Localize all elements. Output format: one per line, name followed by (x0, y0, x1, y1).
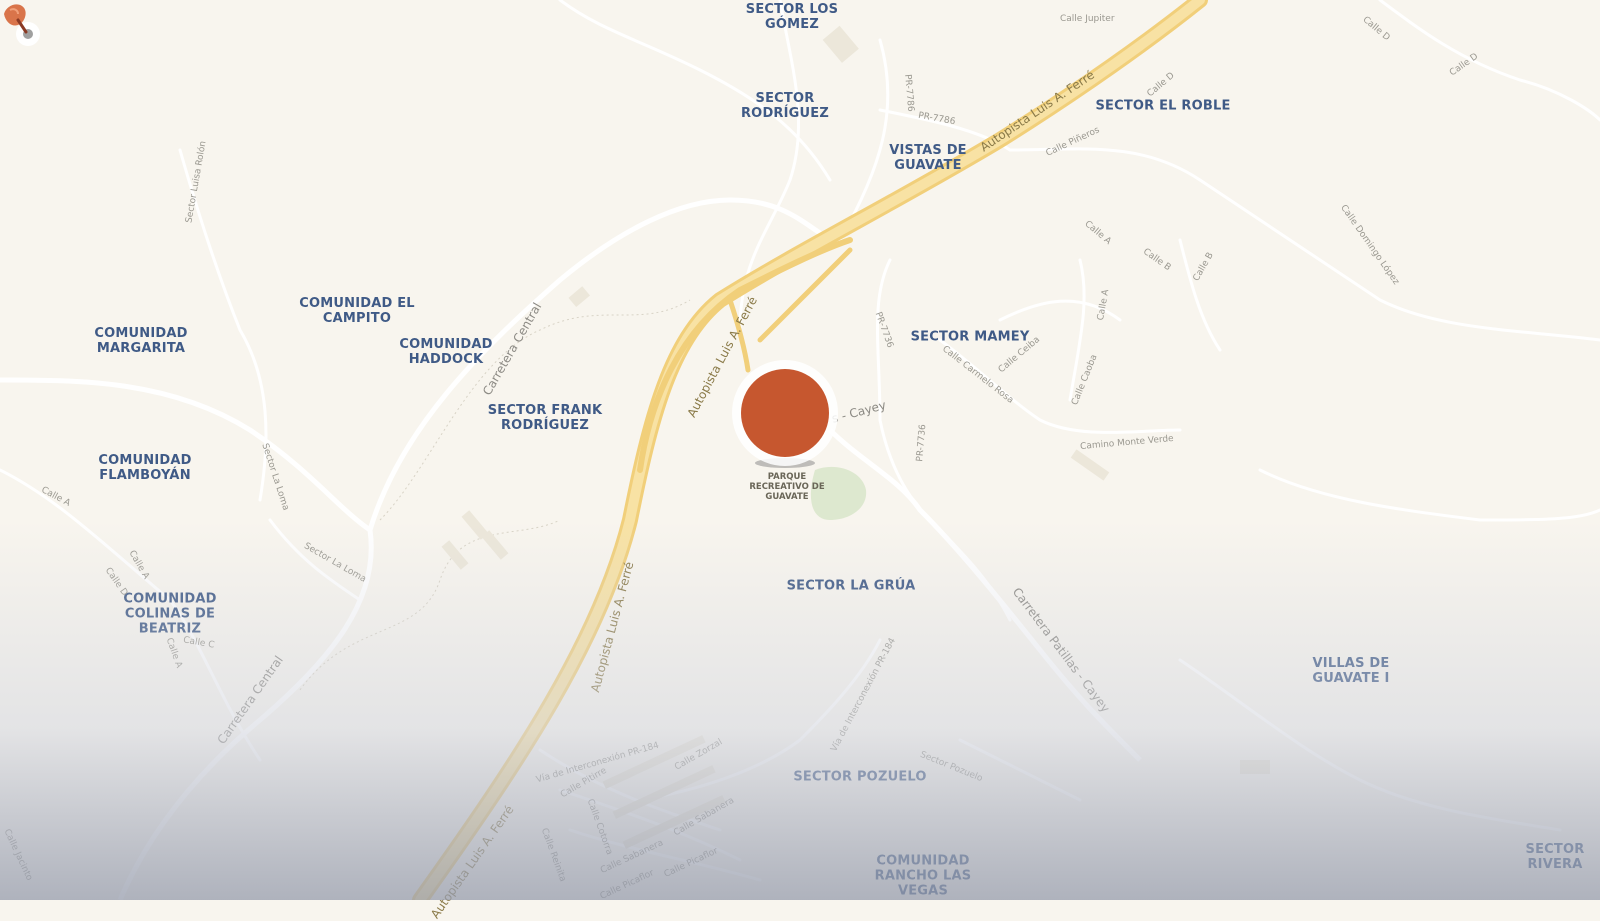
place-label: SECTOR LA GRÚA (786, 578, 916, 594)
poi-label[interactable]: PARQUE RECREATIVO DE GUAVATE (747, 472, 827, 502)
marker-shadow (755, 458, 815, 468)
place-label: COMUNIDAD HADDOCK (399, 337, 493, 367)
place-label: COMUNIDAD MARGARITA (94, 326, 188, 356)
location-pin-icon (4, 4, 40, 46)
place-label: VISTAS DE GUAVATE (889, 143, 967, 173)
place-label: SECTOR LOS GÓMEZ (745, 2, 839, 32)
street-label: Calle Jupiter (1060, 14, 1115, 24)
place-label: SECTOR RIVERA (1525, 842, 1585, 872)
place-label: SECTOR MAMEY (910, 329, 1030, 345)
place-label: SECTOR EL ROBLE (1095, 98, 1231, 114)
place-label: COMUNIDAD EL CAMPITO (299, 296, 415, 326)
selected-poi-marker[interactable] (741, 369, 829, 457)
place-label: SECTOR RODRÍGUEZ (740, 91, 830, 121)
place-label: COMUNIDAD FLAMBOYÁN (98, 453, 192, 483)
place-label: SECTOR FRANK RODRÍGUEZ (487, 403, 603, 433)
place-label: COMUNIDAD COLINAS DE BEATRIZ (123, 591, 217, 637)
place-label: COMUNIDAD RANCHO LAS VEGAS (874, 853, 972, 899)
map-canvas[interactable]: SECTOR LOS GÓMEZ SECTOR RODRÍGUEZ SECTOR… (0, 0, 1600, 921)
trail (299, 519, 561, 691)
road-carretera-patillas-cayey (828, 428, 1142, 762)
place-label: SECTOR POZUELO (793, 769, 927, 785)
place-label: VILLAS DE GUAVATE I (1312, 656, 1390, 686)
